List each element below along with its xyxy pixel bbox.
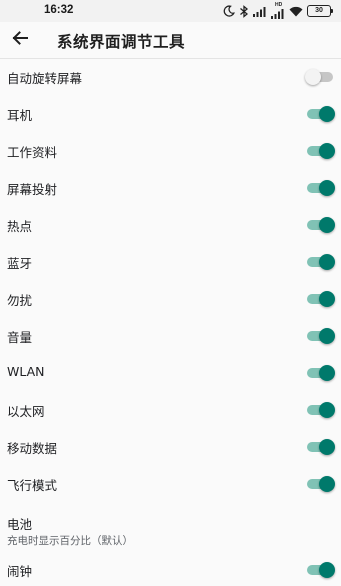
signal-hd-icon: HD [271, 2, 285, 19]
setting-label: 蓝牙 [7, 256, 33, 271]
bluetooth-icon [239, 4, 249, 18]
switch-thumb [319, 562, 335, 578]
setting-row-cast[interactable]: 屏幕投射 [0, 170, 341, 207]
switch-thumb [319, 476, 335, 492]
setting-row-ethernet[interactable]: 以太网 [0, 392, 341, 429]
setting-row-do-not-disturb[interactable]: 勿扰 [0, 281, 341, 318]
setting-row-mobile-data[interactable]: 移动数据 [0, 429, 341, 466]
battery-level: 30 [307, 5, 331, 17]
setting-summary: 充电时显示百分比（默认） [7, 535, 133, 547]
toggle-switch[interactable] [305, 562, 335, 578]
switch-thumb [319, 291, 335, 307]
toggle-switch[interactable] [305, 143, 335, 159]
toggle-switch[interactable] [305, 106, 335, 122]
setting-label: 热点 [7, 219, 33, 234]
setting-label: 电池 [7, 517, 33, 532]
setting-label: 屏幕投射 [7, 182, 58, 197]
battery-tip [331, 9, 333, 13]
setting-label: WLAN [7, 364, 45, 379]
setting-row-wlan[interactable]: WLAN [0, 355, 341, 392]
setting-row-headset[interactable]: 耳机 [0, 96, 341, 133]
toggle-switch[interactable] [305, 476, 335, 492]
switch-thumb [319, 180, 335, 196]
setting-label: 音量 [7, 330, 33, 345]
setting-row-battery[interactable]: 电池 充电时显示百分比（默认） [0, 503, 341, 549]
setting-label: 自动旋转屏幕 [7, 71, 83, 86]
page-title: 系统界面调节工具 [57, 33, 186, 51]
wifi-icon [289, 6, 303, 17]
setting-label: 以太网 [7, 404, 45, 419]
switch-thumb [319, 106, 335, 122]
setting-row-bluetooth[interactable]: 蓝牙 [0, 244, 341, 281]
switch-thumb [319, 365, 335, 381]
switch-thumb [319, 143, 335, 159]
toggle-switch[interactable] [305, 439, 335, 455]
toggle-switch[interactable] [305, 180, 335, 196]
setting-row-alarm[interactable]: 闹钟 [0, 549, 341, 586]
switch-thumb [305, 69, 321, 85]
setting-row-airplane-mode[interactable]: 飞行模式 [0, 466, 341, 503]
status-time: 16:32 [44, 4, 74, 16]
back-button[interactable] [8, 28, 32, 52]
setting-row-hotspot[interactable]: 热点 [0, 207, 341, 244]
toggle-switch[interactable] [305, 328, 335, 344]
switch-thumb [319, 439, 335, 455]
toggle-switch[interactable] [305, 365, 335, 381]
switch-thumb [319, 217, 335, 233]
status-bar: 16:32 HD 30 [0, 0, 341, 22]
signal-icon [253, 6, 267, 17]
toggle-switch[interactable] [305, 402, 335, 418]
toggle-switch[interactable] [305, 291, 335, 307]
switch-thumb [319, 328, 335, 344]
battery-icon: 30 [307, 5, 333, 17]
setting-row-auto-rotate[interactable]: 自动旋转屏幕 [0, 59, 341, 96]
setting-label: 勿扰 [7, 293, 33, 308]
status-icons: HD 30 [223, 2, 333, 19]
setting-label: 移动数据 [7, 441, 58, 456]
setting-label: 工作资料 [7, 145, 58, 160]
switch-thumb [319, 402, 335, 418]
app-bar: 系统界面调节工具 [0, 22, 341, 59]
toggle-switch[interactable] [305, 217, 335, 233]
setting-label: 闹钟 [7, 564, 33, 579]
moon-icon [223, 5, 235, 17]
toggle-switch[interactable] [305, 254, 335, 270]
setting-row-work-profile[interactable]: 工作资料 [0, 133, 341, 170]
setting-row-volume[interactable]: 音量 [0, 318, 341, 355]
setting-label: 飞行模式 [7, 478, 58, 493]
switch-thumb [319, 254, 335, 270]
arrow-back-icon [12, 30, 28, 50]
toggle-switch[interactable] [305, 69, 335, 85]
setting-label: 耳机 [7, 108, 33, 123]
